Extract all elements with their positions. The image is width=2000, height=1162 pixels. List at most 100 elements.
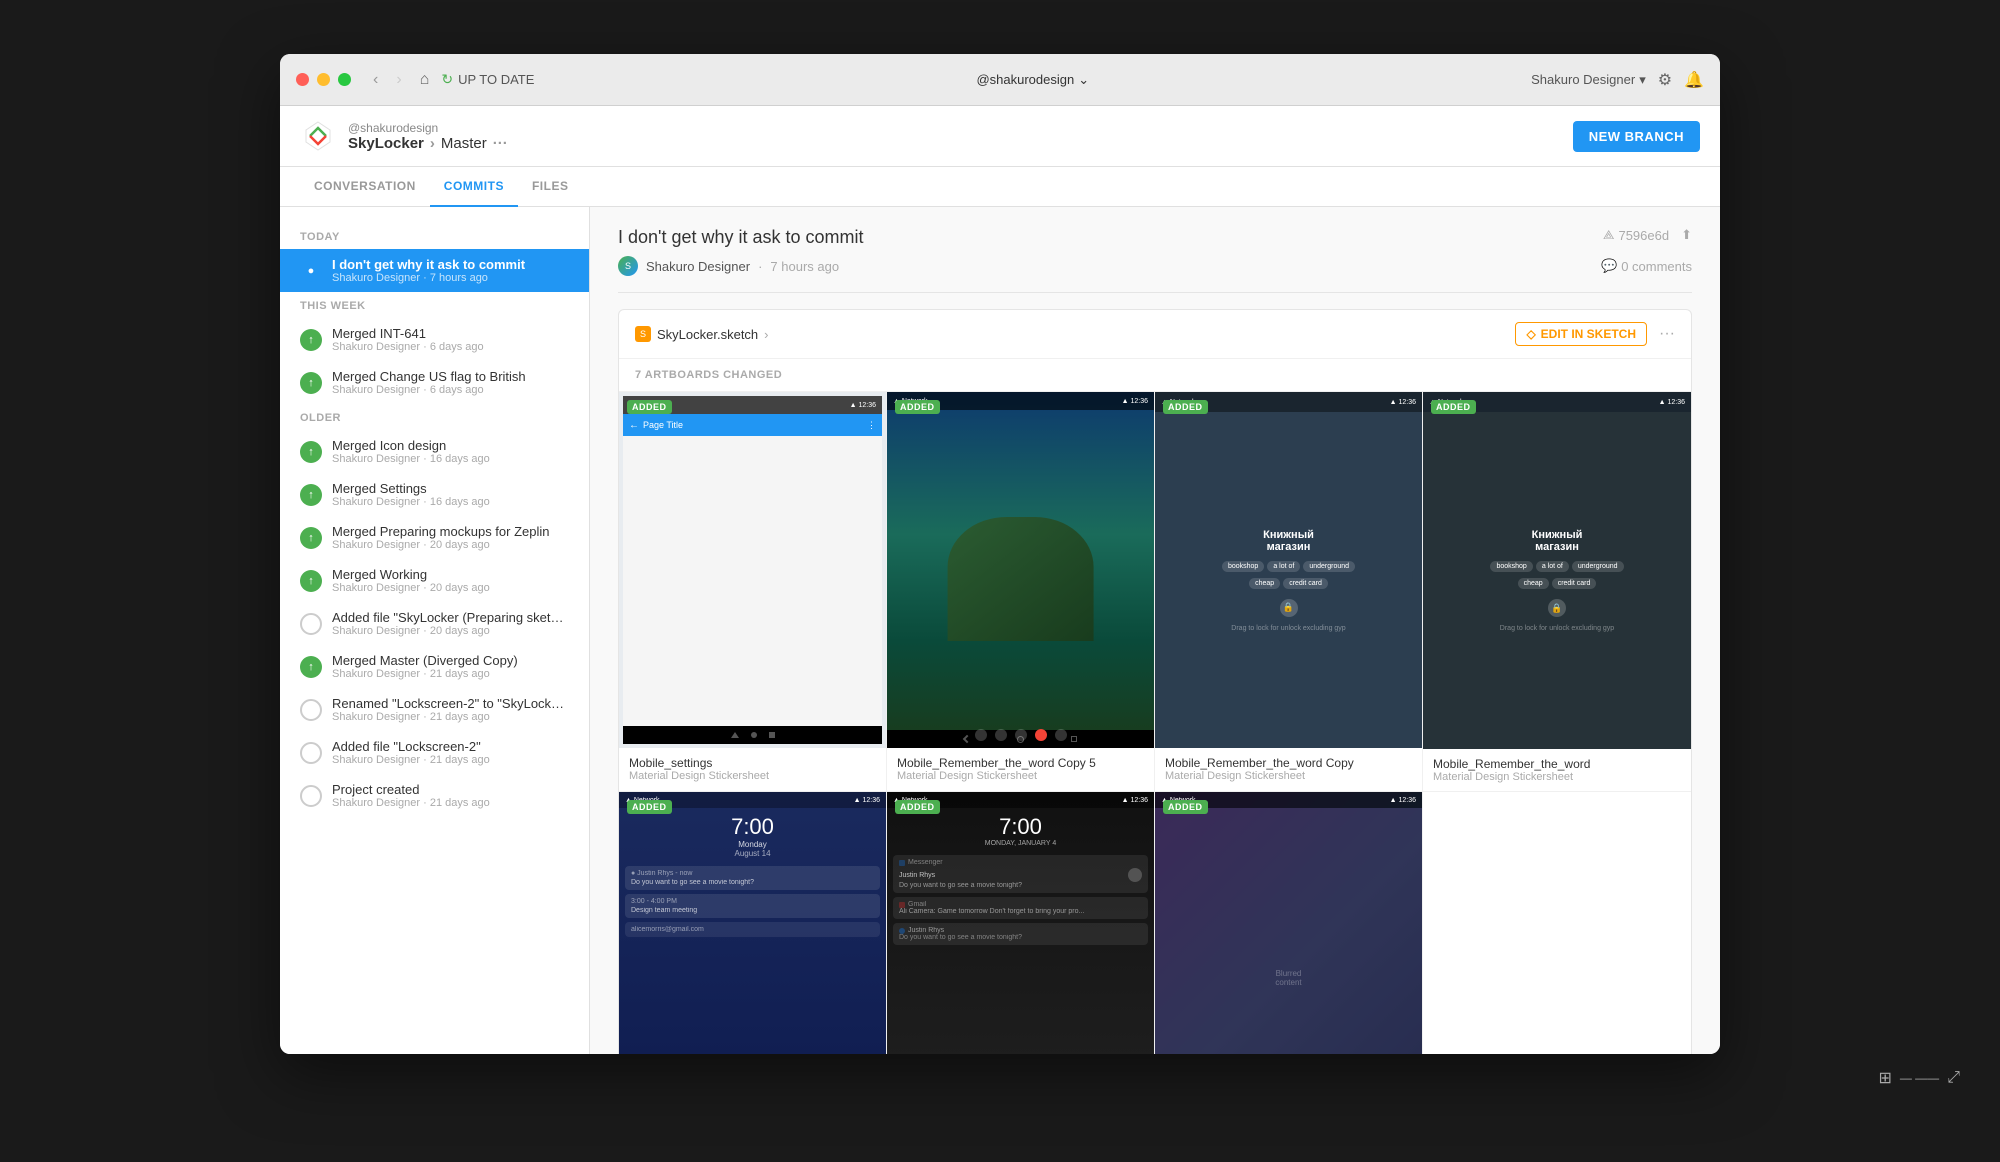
artboard-thumbnail: ▲ Network ▲ 12:36 ← Page Title ⋮ — [619, 392, 886, 748]
author-avatar: S — [618, 256, 638, 276]
sidebar-section-today: TODAY — [280, 223, 589, 249]
tab-commits[interactable]: COMMITS — [430, 167, 518, 207]
file-section: S SkyLocker.sketch › ◇ EDIT IN SKETCH ··… — [618, 309, 1692, 1054]
tab-conversation[interactable]: CONVERSATION — [300, 167, 430, 207]
nav-buttons: ‹ › — [367, 69, 408, 91]
share-icon[interactable]: ⬆ — [1681, 227, 1692, 243]
added-badge: ADDED — [627, 800, 672, 814]
sidebar-item-older-2[interactable]: ↑ Merged Settings Shakuro Designer · 16 … — [280, 473, 589, 516]
artboards-grid: ▲ Network ▲ 12:36 ← Page Title ⋮ — [619, 392, 1691, 1054]
merge-icon: ↑ — [300, 656, 322, 678]
phone-body: Книжныймагазин bookshop a lot of undergr… — [1155, 412, 1422, 748]
artboards-changed-label: 7 ARTBOARDS CHANGED — [619, 359, 1691, 392]
artboard-item[interactable]: ▲ Network▲ 12:36 Книжныймагазин bookshop… — [1155, 392, 1423, 792]
tabs-bar: CONVERSATION COMMITS FILES — [280, 167, 1720, 207]
sidebar-item-older-6[interactable]: ↑ Merged Master (Diverged Copy) Shakuro … — [280, 645, 589, 688]
user-menu[interactable]: Shakuro Designer ▾ — [1531, 72, 1646, 88]
sidebar-item-text: Merged Icon design Shakuro Designer · 16… — [332, 438, 490, 465]
artboard-info: Mobile_Remember_the_word Copy 5 Material… — [887, 748, 1154, 790]
sidebar-item-older-3[interactable]: ↑ Merged Preparing mockups for Zeplin Sh… — [280, 516, 589, 559]
forward-button[interactable]: › — [390, 69, 407, 91]
artboard-item[interactable]: ▲ Network ▲ 12:36 ← Page Title ⋮ — [619, 392, 887, 792]
circle-icon — [300, 699, 322, 721]
sidebar-item-today-1[interactable]: ● I don't get why it ask to commit Shaku… — [280, 249, 589, 292]
sidebar-item-older-4[interactable]: ↑ Merged Working Shakuro Designer · 20 d… — [280, 559, 589, 602]
window-title: @shakurodesign ⌄ — [534, 72, 1531, 88]
sketch-file-icon: S — [635, 326, 651, 342]
artboard-thumbnail: ▲ Network▲ 12:36 — [887, 392, 1154, 748]
more-options-icon[interactable]: ··· — [1659, 325, 1675, 343]
merge-icon: ↑ — [300, 527, 322, 549]
sidebar-section-week: THIS WEEK — [280, 292, 589, 318]
sidebar-item-text: Merged Preparing mockups for Zeplin Shak… — [332, 524, 550, 551]
file-actions: ◇ EDIT IN SKETCH ··· — [1515, 322, 1675, 346]
artboard-item[interactable]: ▲ Network▲ 12:36 Книжныймагазин bookshop… — [1423, 392, 1691, 792]
artboard-item[interactable]: ▲ Network▲ 12:36 Blurredcontent ADDED Lo… — [1155, 792, 1423, 1054]
sidebar-item-text: I don't get why it ask to commit Shakuro… — [332, 257, 525, 284]
comments-link[interactable]: 💬 0 comments — [1601, 258, 1692, 274]
sidebar-item-week-2[interactable]: ↑ Merged Change US flag to British Shaku… — [280, 361, 589, 404]
maximize-button[interactable] — [338, 73, 351, 86]
close-button[interactable] — [296, 73, 309, 86]
artboard-thumbnail: ▲ Network▲ 12:36 7:00 Monday August 14 ●… — [619, 792, 886, 1054]
commit-icon-active: ● — [300, 260, 322, 282]
file-name: S SkyLocker.sketch › — [635, 326, 769, 342]
sidebar-item-older-8[interactable]: Added file "Lockscreen-2" Shakuro Design… — [280, 731, 589, 774]
sidebar-item-text: Merged Working Shakuro Designer · 20 day… — [332, 567, 490, 594]
sketch-icon: ◇ — [1526, 327, 1535, 341]
file-section-header: S SkyLocker.sketch › ◇ EDIT IN SKETCH ··… — [619, 310, 1691, 359]
main-content: TODAY ● I don't get why it ask to commit… — [280, 207, 1720, 1054]
sidebar: TODAY ● I don't get why it ask to commit… — [280, 207, 590, 1054]
commit-author-row: S Shakuro Designer · 7 hours ago 💬 0 com… — [618, 256, 1692, 293]
sidebar-item-older-5[interactable]: Added file "SkyLocker (Preparing sket… S… — [280, 602, 589, 645]
artboard-thumbnail: ▲ Network▲ 12:36 Книжныймагазин bookshop… — [1155, 392, 1422, 748]
app-header: @shakurodesign SkyLocker › Master ··· NE… — [280, 106, 1720, 167]
artboard-item[interactable]: ▲ Network▲ 12:36 7:00 MONDAY, JANUARY 4 … — [887, 792, 1155, 1054]
artboard-thumbnail: ▲ Network▲ 12:36 7:00 MONDAY, JANUARY 4 … — [887, 792, 1154, 1054]
header-left: @shakurodesign SkyLocker › Master ··· — [300, 118, 508, 154]
chevron-down-icon: ▾ — [1639, 72, 1646, 88]
sidebar-item-week-1[interactable]: ↑ Merged INT-641 Shakuro Designer · 6 da… — [280, 318, 589, 361]
minimize-button[interactable] — [317, 73, 330, 86]
home-button[interactable]: ⌂ — [420, 71, 430, 89]
sidebar-item-older-9[interactable]: Project created Shakuro Designer · 21 da… — [280, 774, 589, 817]
more-options-icon[interactable]: ··· — [493, 135, 508, 152]
traffic-lights — [296, 73, 351, 86]
header-title: @shakurodesign SkyLocker › Master ··· — [348, 121, 508, 152]
sync-icon: ↻ — [441, 71, 453, 88]
sidebar-item-text: Merged Master (Diverged Copy) Shakuro De… — [332, 653, 518, 680]
sidebar-item-text: Merged Settings Shakuro Designer · 16 da… — [332, 481, 490, 508]
commit-hash: ⟁ 7596e6d — [1603, 227, 1669, 243]
artboard-item[interactable]: ▲ Network▲ 12:36 — [887, 392, 1155, 792]
up-to-date-status: ↻ UP TO DATE — [441, 71, 534, 88]
back-button[interactable]: ‹ — [367, 69, 384, 91]
sidebar-item-text: Merged INT-641 Shakuro Designer · 6 days… — [332, 326, 484, 353]
app-logo — [300, 118, 336, 154]
merge-icon: ↑ — [300, 329, 322, 351]
chevron-right-icon: › — [764, 327, 768, 342]
circle-icon — [300, 613, 322, 635]
edit-in-sketch-button[interactable]: ◇ EDIT IN SKETCH — [1515, 322, 1647, 346]
sidebar-section-older: OLDER — [280, 404, 589, 430]
notifications-icon[interactable]: 🔔 — [1684, 70, 1704, 90]
added-badge: ADDED — [1431, 400, 1476, 414]
new-branch-button[interactable]: NEW BRANCH — [1573, 121, 1700, 152]
merge-icon: ↑ — [300, 484, 322, 506]
circle-icon — [300, 785, 322, 807]
commit-meta: ⟁ 7596e6d ⬆ — [1603, 227, 1692, 243]
sidebar-item-older-1[interactable]: ↑ Merged Icon design Shakuro Designer · … — [280, 430, 589, 473]
commit-time: · — [758, 259, 762, 274]
added-badge: ADDED — [1163, 400, 1208, 414]
sidebar-item-older-7[interactable]: Renamed "Lockscreen-2" to "SkyLock… Shak… — [280, 688, 589, 731]
artboard-info: Mobile_settings Material Design Stickers… — [619, 748, 886, 790]
tab-files[interactable]: FILES — [518, 167, 583, 207]
sidebar-item-text: Added file "SkyLocker (Preparing sket… S… — [332, 610, 564, 637]
settings-icon[interactable]: ⚙ — [1658, 70, 1672, 90]
merge-icon: ↑ — [300, 441, 322, 463]
added-badge: ADDED — [895, 400, 940, 414]
added-badge: ADDED — [1163, 800, 1208, 814]
artboard-item[interactable]: ▲ Network▲ 12:36 7:00 Monday August 14 ●… — [619, 792, 887, 1054]
circle-icon — [300, 742, 322, 764]
artboard-thumbnail: ▲ Network▲ 12:36 Книжныймагазин bookshop… — [1423, 392, 1691, 749]
commit-panel: I don't get why it ask to commit ⟁ 7596e… — [590, 207, 1720, 1054]
